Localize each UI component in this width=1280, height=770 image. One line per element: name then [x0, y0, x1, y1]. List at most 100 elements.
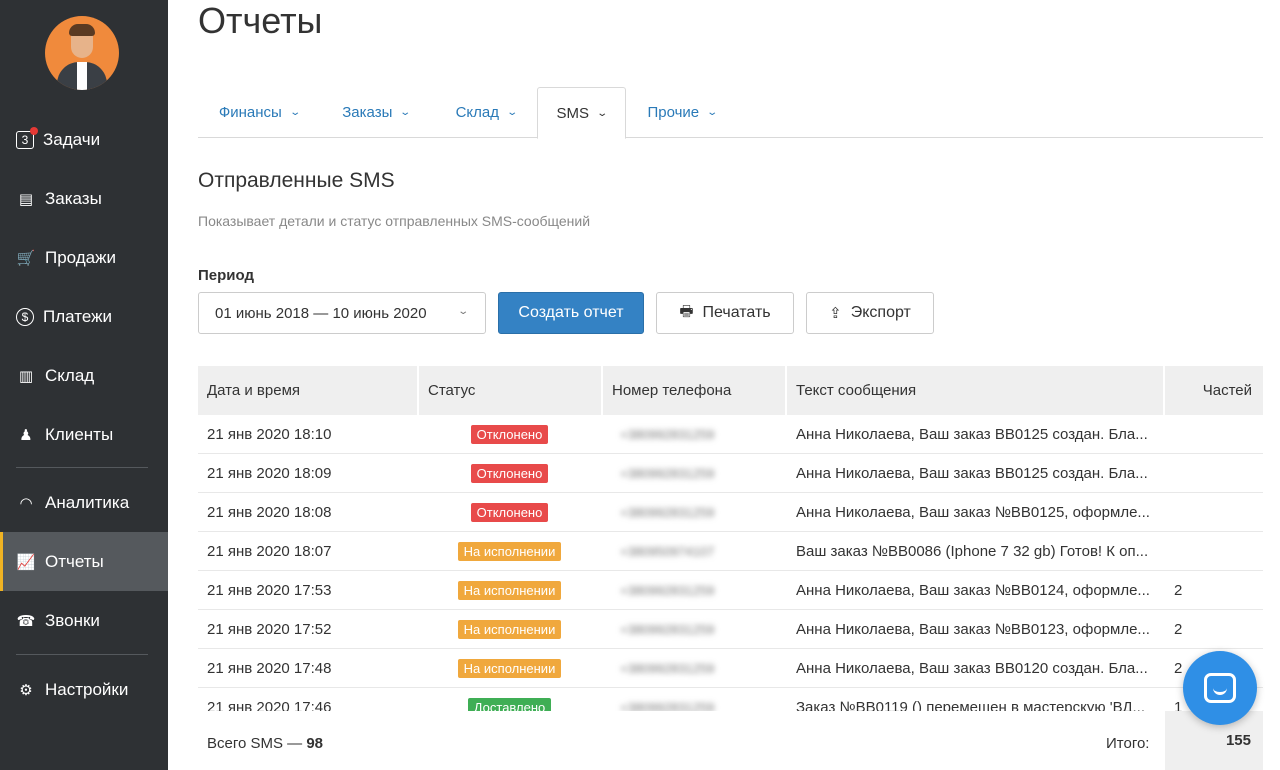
cell-text: Ваш заказ №BB0086 (Iphone 7 32 gb) Готов… — [796, 543, 1149, 560]
cell-date: 21 янв 2020 17:52 — [207, 621, 332, 638]
sidebar-item-warehouse[interactable]: ▥ Склад — [0, 346, 168, 405]
chevron-down-icon: ⌄ — [706, 107, 719, 118]
sidebar-item-clients[interactable]: ♟ Клиенты — [0, 405, 168, 464]
phone-number: +380992831259 — [620, 466, 715, 481]
sidebar: 3 Задачи ▤ Заказы 🛒 Продажи $ Платежи ▥ … — [0, 0, 168, 770]
cell-status: На исполнении — [418, 532, 601, 571]
table-row[interactable]: 21 янв 2020 17:53 На исполнении +3809928… — [198, 571, 1263, 610]
status-badge: На исполнении — [457, 581, 562, 600]
chevron-down-icon: ⌄ — [399, 107, 412, 118]
table-row[interactable]: 21 янв 2020 17:46 Доставлено +3809928312… — [198, 688, 1263, 711]
cell-date: 21 янв 2020 17:53 — [207, 582, 332, 599]
column-header-phone[interactable]: Номер телефона — [603, 366, 786, 415]
tab-sms[interactable]: SMS ⌄ — [537, 87, 626, 139]
cell-text: Анна Николаева, Ваш заказ BB0125 создан.… — [796, 426, 1148, 443]
sidebar-divider — [16, 467, 148, 468]
total-parts-label: Итого: — [1106, 735, 1150, 752]
tab-finance[interactable]: Финансы ⌄ — [198, 87, 320, 138]
user-icon: ♟ — [19, 426, 33, 444]
report-title: Отправленные SMS — [198, 169, 395, 192]
table-body[interactable]: 21 янв 2020 18:10 Отклонено +38099283125… — [198, 415, 1263, 711]
tab-orders[interactable]: Заказы ⌄ — [324, 87, 428, 138]
tasks-icon: 3 — [16, 126, 38, 149]
sidebar-item-label: Продажи — [45, 247, 116, 267]
cell-phone: +380950974107 — [610, 532, 790, 571]
cell-parts: 2 — [1174, 582, 1183, 599]
cell-date: 21 янв 2020 18:09 — [207, 465, 332, 482]
export-icon: ⇪ — [829, 305, 842, 322]
sidebar-item-label: Заказы — [45, 188, 102, 208]
phone-number: +380950974107 — [620, 544, 715, 559]
tab-warehouse[interactable]: Склад ⌄ — [436, 87, 536, 138]
export-button[interactable]: ⇪ Экспорт — [806, 292, 934, 334]
tab-label: SMS — [556, 104, 590, 122]
sidebar-item-reports[interactable]: 📈 Отчеты — [0, 532, 168, 591]
status-badge: На исполнении — [457, 542, 562, 561]
status-badge: На исполнении — [457, 659, 562, 678]
period-select[interactable]: 01 июнь 2018 — 10 июнь 2020 ⌄ — [198, 292, 486, 334]
cell-text: Анна Николаева, Ваш заказ BB0125 создан.… — [796, 465, 1148, 482]
cell-status: Отклонено — [418, 493, 601, 532]
report-description: Показывает детали и статус отправленных … — [198, 213, 591, 229]
sidebar-item-label: Отчеты — [45, 551, 104, 571]
sidebar-item-payments[interactable]: $ Платежи — [0, 287, 168, 346]
column-header-text[interactable]: Текст сообщения — [787, 366, 1163, 415]
print-button[interactable]: 🖶 Печатать — [656, 292, 794, 334]
cell-parts — [1174, 532, 1234, 571]
phone-icon: ☎ — [16, 612, 36, 630]
cell-text: Анна Николаева, Ваш заказ №BB0124, оформ… — [796, 582, 1150, 599]
create-report-button[interactable]: Создать отчет — [498, 292, 644, 334]
chat-icon — [1204, 673, 1236, 703]
phone-number: +380992831259 — [620, 583, 715, 598]
tab-label: Финансы — [218, 104, 282, 121]
cell-date: 21 янв 2020 17:48 — [207, 660, 332, 677]
table-row[interactable]: 21 янв 2020 17:48 На исполнении +3809928… — [198, 649, 1263, 688]
sidebar-item-orders[interactable]: ▤ Заказы — [0, 169, 168, 228]
total-sms-count: 98 — [306, 735, 324, 752]
table-row[interactable]: 21 янв 2020 17:52 На исполнении +3809928… — [198, 610, 1263, 649]
total-sms-label: Всего SMS — — [207, 735, 307, 752]
period-label: Период — [198, 267, 254, 284]
report-tabs: Финансы ⌄ Заказы ⌄ Склад ⌄ SMS ⌄ Прочие ⌄ — [198, 87, 1263, 139]
cell-date: 21 янв 2020 18:08 — [207, 504, 332, 521]
sidebar-item-tasks[interactable]: 3 Задачи — [0, 110, 168, 169]
table-row[interactable]: 21 янв 2020 18:10 Отклонено +38099283125… — [198, 415, 1263, 454]
cell-status: На исполнении — [418, 610, 601, 649]
sidebar-item-label: Звонки — [45, 610, 100, 630]
cell-parts — [1174, 454, 1234, 493]
sidebar-item-label: Задачи — [43, 129, 101, 149]
period-value: 01 июнь 2018 — 10 июнь 2020 — [215, 304, 427, 322]
sidebar-item-sales[interactable]: 🛒 Продажи — [0, 228, 168, 287]
cell-status: На исполнении — [418, 571, 601, 610]
tab-label: Прочие — [647, 104, 700, 121]
page-title: Отчеты — [198, 0, 323, 41]
sidebar-item-settings[interactable]: ⚙ Настройки — [0, 660, 168, 719]
cell-phone: +380992831259 — [610, 454, 790, 493]
column-header-parts[interactable]: Частей — [1165, 366, 1263, 415]
export-label: Экспорт — [850, 304, 911, 321]
column-header-date[interactable]: Дата и время — [198, 366, 417, 415]
phone-number: +380992831259 — [620, 661, 715, 676]
cell-phone: +380992831259 — [610, 610, 790, 649]
table-row[interactable]: 21 янв 2020 18:08 Отклонено +38099283125… — [198, 493, 1263, 532]
cell-status: На исполнении — [418, 649, 601, 688]
tab-other[interactable]: Прочие ⌄ — [636, 87, 728, 138]
status-badge: На исполнении — [457, 620, 562, 639]
cell-status: Отклонено — [418, 454, 601, 493]
cell-phone: +380992831259 — [610, 688, 790, 711]
chat-widget-button[interactable] — [1183, 651, 1257, 725]
sidebar-item-calls[interactable]: ☎ Звонки — [0, 591, 168, 650]
cell-phone: +380992831259 — [610, 493, 790, 532]
table-row[interactable]: 21 янв 2020 18:07 На исполнении +3809509… — [198, 532, 1263, 571]
orders-icon: ▤ — [18, 190, 34, 208]
status-badge: Отклонено — [470, 503, 549, 522]
table-row[interactable]: 21 янв 2020 18:09 Отклонено +38099283125… — [198, 454, 1263, 493]
tab-label: Склад — [455, 104, 500, 121]
gauge-icon: ◠ — [19, 494, 33, 512]
column-header-status[interactable]: Статус — [419, 366, 602, 415]
avatar[interactable] — [45, 16, 119, 90]
sidebar-item-analytics[interactable]: ◠ Аналитика — [0, 473, 168, 532]
chevron-down-icon: ⌄ — [506, 107, 519, 118]
cell-date: 21 янв 2020 18:07 — [207, 543, 332, 560]
cell-text: Заказ №BB0119 () перемещен в мастерскую … — [796, 699, 1145, 711]
